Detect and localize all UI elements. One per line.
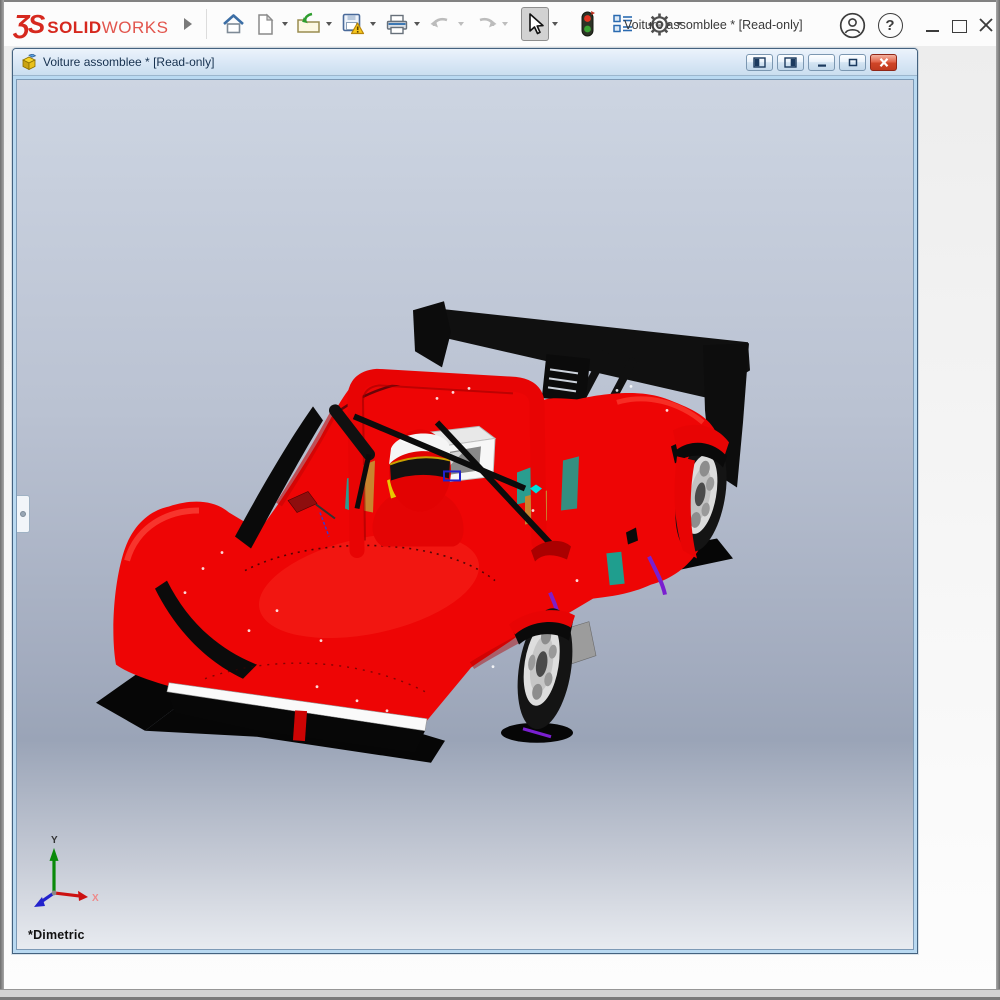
- open-document-dropdown[interactable]: [323, 7, 335, 41]
- save-dropdown[interactable]: [367, 7, 379, 41]
- print-button[interactable]: [383, 7, 411, 41]
- new-document-dropdown[interactable]: [279, 7, 291, 41]
- x-axis-arrow: [78, 891, 88, 901]
- scene-svg: Y X: [17, 80, 913, 949]
- print-icon: [385, 13, 409, 36]
- graphics-viewport[interactable]: Y X *Dimetric: [16, 79, 914, 950]
- document-caption-buttons: [746, 54, 897, 71]
- doc-restore-icon: [847, 57, 859, 68]
- doc-minimize-icon: [816, 57, 828, 68]
- window-border-bottom: [0, 989, 1000, 1000]
- help-icon: ?: [878, 13, 903, 38]
- app-title: Voiture assomblee * [Read-only]: [624, 2, 803, 48]
- y-axis-arrow: [50, 848, 59, 861]
- doc-restore-button[interactable]: [839, 54, 866, 71]
- orientation-triad[interactable]: Y X: [34, 835, 99, 907]
- view-orientation-label: *Dimetric: [28, 928, 85, 942]
- select-tool-button[interactable]: [521, 7, 549, 41]
- home-icon: [222, 13, 245, 36]
- user-account-button[interactable]: [838, 11, 866, 39]
- main-toolbar: ƷSSOLIDWORKS: [4, 0, 996, 46]
- front-wheel: [509, 604, 580, 733]
- save-button[interactable]: [339, 7, 367, 41]
- new-document-button[interactable]: [251, 7, 279, 41]
- new-document-icon: [254, 13, 276, 36]
- y-axis-label: Y: [51, 835, 58, 846]
- traffic-light-icon: [580, 10, 595, 38]
- home-button[interactable]: [219, 7, 247, 41]
- undo-icon: [429, 13, 454, 35]
- select-cursor-icon: [525, 12, 545, 36]
- undo-button[interactable]: [427, 7, 455, 41]
- pane-left-button[interactable]: [746, 54, 773, 71]
- help-button[interactable]: ?: [876, 11, 904, 39]
- open-document-icon: [296, 12, 322, 36]
- toolbar-separator: [206, 9, 207, 39]
- maximize-button[interactable]: [945, 11, 973, 39]
- pane-right-button[interactable]: [777, 54, 804, 71]
- pane-left-icon: [753, 57, 766, 68]
- minimize-button[interactable]: [918, 11, 946, 39]
- x-axis-label: X: [92, 893, 99, 904]
- undo-dropdown[interactable]: [455, 7, 467, 41]
- open-document-button[interactable]: [295, 7, 323, 41]
- document-title: Voiture assomblee * [Read-only]: [43, 55, 746, 69]
- minimize-icon: [926, 30, 939, 32]
- doc-minimize-button[interactable]: [808, 54, 835, 71]
- select-tool-dropdown[interactable]: [549, 7, 561, 41]
- window-border-left: [0, 0, 4, 1000]
- viewport-frame: Y X *Dimetric: [13, 76, 917, 953]
- toolbar-flyout-arrow-icon[interactable]: [184, 18, 192, 30]
- tab-grip-dot: [20, 511, 26, 517]
- redo-button[interactable]: [471, 7, 499, 41]
- car-model[interactable]: [96, 301, 750, 763]
- document-titlebar[interactable]: Voiture assomblee * [Read-only]: [13, 49, 917, 76]
- feature-manager-collapsed-tab[interactable]: [17, 495, 30, 533]
- solidworks-app-window: ƷSSOLIDWORKS: [0, 0, 1000, 1000]
- performance-button[interactable]: [573, 7, 601, 41]
- close-icon: [978, 17, 994, 33]
- doc-close-button[interactable]: [870, 54, 897, 71]
- maximize-icon: [952, 20, 967, 33]
- window-border-right: [996, 0, 1000, 1000]
- user-icon: [839, 12, 866, 39]
- document-window: Voiture assomblee * [Read-only]: [12, 48, 918, 954]
- print-dropdown[interactable]: [411, 7, 423, 41]
- logo-mark: ƷS: [14, 9, 43, 40]
- doc-close-icon: [878, 57, 890, 68]
- solidworks-logo: ƷSSOLIDWORKS: [14, 9, 168, 40]
- pane-right-icon: [784, 57, 797, 68]
- redo-icon: [473, 13, 498, 35]
- assembly-icon: [21, 54, 37, 70]
- redo-dropdown[interactable]: [499, 7, 511, 41]
- save-icon: [341, 12, 365, 36]
